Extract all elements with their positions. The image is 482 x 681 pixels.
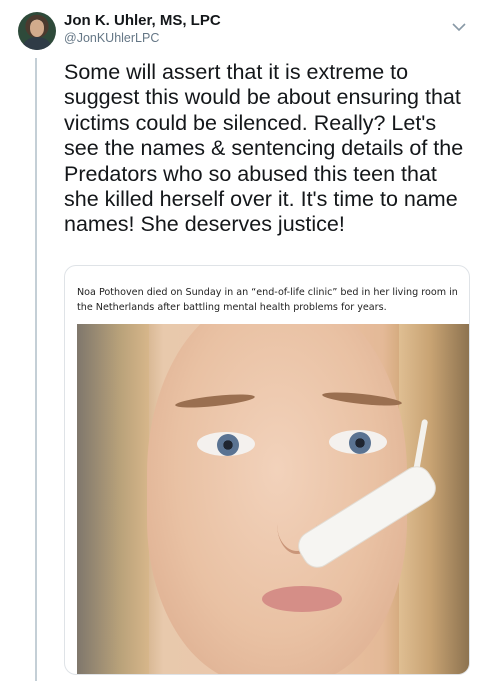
tweet-header: Jon K. Uhler, MS, LPC @JonKUhlerLPC bbox=[18, 10, 468, 52]
tweet-text: Some will assert that it is extreme to s… bbox=[64, 60, 464, 237]
card-caption: Noa Pothoven died on Sunday in an “end-o… bbox=[77, 287, 458, 313]
hair-left bbox=[77, 324, 149, 674]
avatar-face bbox=[30, 20, 44, 37]
left-eye bbox=[197, 432, 255, 456]
media-card[interactable]: ———— ——————— ———— ——— —————— ———————— ——… bbox=[64, 265, 470, 675]
avatar[interactable] bbox=[18, 12, 56, 50]
lips bbox=[262, 586, 342, 612]
cropped-text-line: ———— ——————— ———— ——— —————— ———————— ——… bbox=[87, 266, 447, 272]
chevron-down-icon[interactable] bbox=[450, 20, 468, 34]
thread-line bbox=[35, 58, 37, 681]
author-handle[interactable]: @JonKUhlerLPC bbox=[64, 31, 159, 45]
author-name[interactable]: Jon K. Uhler, MS, LPC bbox=[64, 12, 221, 29]
avatar-body bbox=[23, 37, 51, 50]
news-photo[interactable] bbox=[77, 324, 469, 674]
right-eye bbox=[329, 430, 387, 454]
